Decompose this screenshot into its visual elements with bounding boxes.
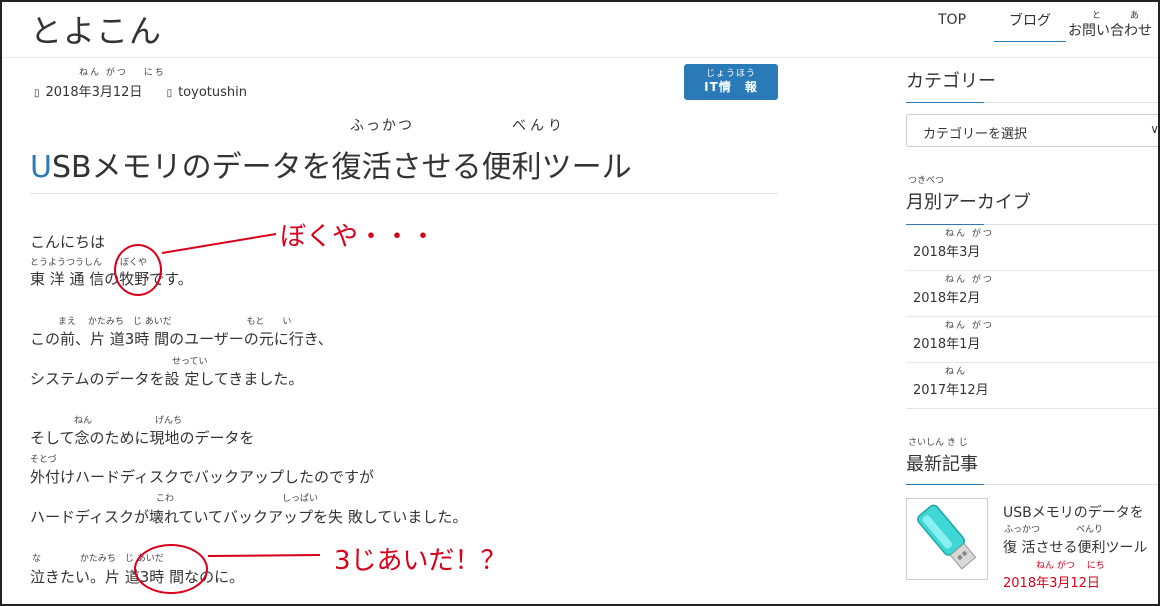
recent-post-thumbnail[interactable] (906, 498, 988, 580)
category-select-value: カテゴリーを選択 (923, 127, 1028, 142)
body-line: こんにちは (30, 233, 106, 251)
archive-item-ruby: ねん (945, 367, 968, 377)
recent-post-title-line2[interactable]: 復 活させる便利ツール (1003, 537, 1147, 557)
nav-blog-link[interactable]: ブログ (994, 10, 1066, 42)
category-badge[interactable]: じょうほう IT情 報 (684, 64, 778, 100)
chevron-down-icon: ∨ (1150, 122, 1159, 136)
body-line: 東 洋 通 信の牧野です。 (30, 270, 193, 288)
recent-post-date: 2018年3月12日 (1003, 576, 1100, 591)
post-title-rest: SBメモリのデータを復活させる便利ツール (51, 150, 632, 185)
body-line-ruby: ねん げんち (74, 416, 183, 426)
annotation-circle-bokuya (114, 244, 162, 296)
archive-divider (906, 362, 1160, 363)
post-author[interactable]: toyotushin (178, 85, 247, 100)
recent-post-date-ruby: ねん がつ にち (1036, 561, 1105, 571)
post-meta: ▯ 2018年3月12日 ▯ toyotushin (34, 81, 247, 100)
archive-item-ruby: ねん がつ (945, 275, 994, 285)
annotation-circle-jiaida (134, 544, 208, 594)
post-date: 2018年3月12日 (45, 85, 143, 100)
title-divider (30, 193, 778, 194)
body-line-ruby: こわ しっぱい (156, 494, 319, 504)
usb-drive-icon (917, 504, 977, 570)
archive-divider (906, 408, 1160, 409)
post-date-ruby: ねん がつ にち (79, 68, 166, 78)
body-line: そして念のために現地のデータを (30, 429, 255, 447)
site-header: とよこん TOP ブログ と あ お問い合わせ (0, 0, 1160, 58)
archive-item[interactable]: 2017年12月 (913, 379, 989, 398)
body-line: システムのデータを設 定してきました。 (30, 370, 304, 388)
sidebar-category-heading: カテゴリー (906, 71, 996, 92)
body-line: 外付けハードディスクでバックアップしたのですが (30, 468, 374, 486)
body-line: ハードディスクが壊れていてバックアップを失 敗していました。 (30, 508, 468, 526)
recent-post-ruby: ふっかつ べんり (1004, 525, 1104, 535)
sidebar-archive-heading: 月別アーカイブ (906, 192, 1031, 213)
body-line: この前、片 道3時 間のユーザーの元に行き、 (30, 330, 333, 348)
archive-item[interactable]: 2018年1月 (913, 333, 980, 352)
category-badge-label: IT情 報 (704, 80, 758, 94)
nav-contact-link[interactable]: と あ お問い合わせ (1068, 8, 1152, 40)
annotation-bokuya: ぼくや・・・ (280, 222, 437, 252)
archive-item-ruby: ねん がつ (945, 229, 994, 239)
calendar-icon: ▯ (34, 88, 40, 99)
title-ruby-fukkatsu: ふっかつ (350, 118, 414, 134)
sidebar-recent-heading: 最新記事 (906, 454, 978, 475)
archive-item[interactable]: 2018年2月 (913, 287, 980, 306)
title-ruby-benri: べんり (512, 118, 566, 134)
category-select[interactable]: カテゴリーを選択 ∨ (906, 114, 1160, 147)
body-line-ruby: せってい (172, 357, 208, 367)
body-line-ruby: まえ かたみち じ あいだ もと い (58, 317, 292, 327)
nav-contact-label: お問い合わせ (1068, 23, 1152, 39)
sidebar-archive-rule (906, 224, 1160, 225)
site-title[interactable]: とよこん (30, 6, 162, 52)
sidebar-recent-rule (906, 484, 1160, 485)
recent-post-title-line1[interactable]: USBメモリのデータを (1003, 502, 1144, 522)
archive-item[interactable]: 2018年3月 (913, 241, 980, 260)
user-icon: ▯ (166, 88, 173, 99)
archive-divider (906, 270, 1160, 271)
archive-heading-ruby: つきべつ (908, 176, 945, 186)
sidebar-category-rule (906, 102, 1160, 103)
nav-top-link[interactable]: TOP (938, 12, 966, 28)
recent-heading-ruby: さいしん き じ (908, 438, 968, 448)
post-title-first-letter: U (30, 150, 52, 185)
post-title: USBメモリのデータを復活させる便利ツール (30, 142, 632, 186)
archive-divider (906, 316, 1160, 317)
annotation-sanjiaida: 3じあいだ！？ (334, 546, 507, 576)
archive-item-ruby: ねん がつ (945, 321, 994, 331)
body-line-ruby: そとづ (30, 455, 57, 465)
